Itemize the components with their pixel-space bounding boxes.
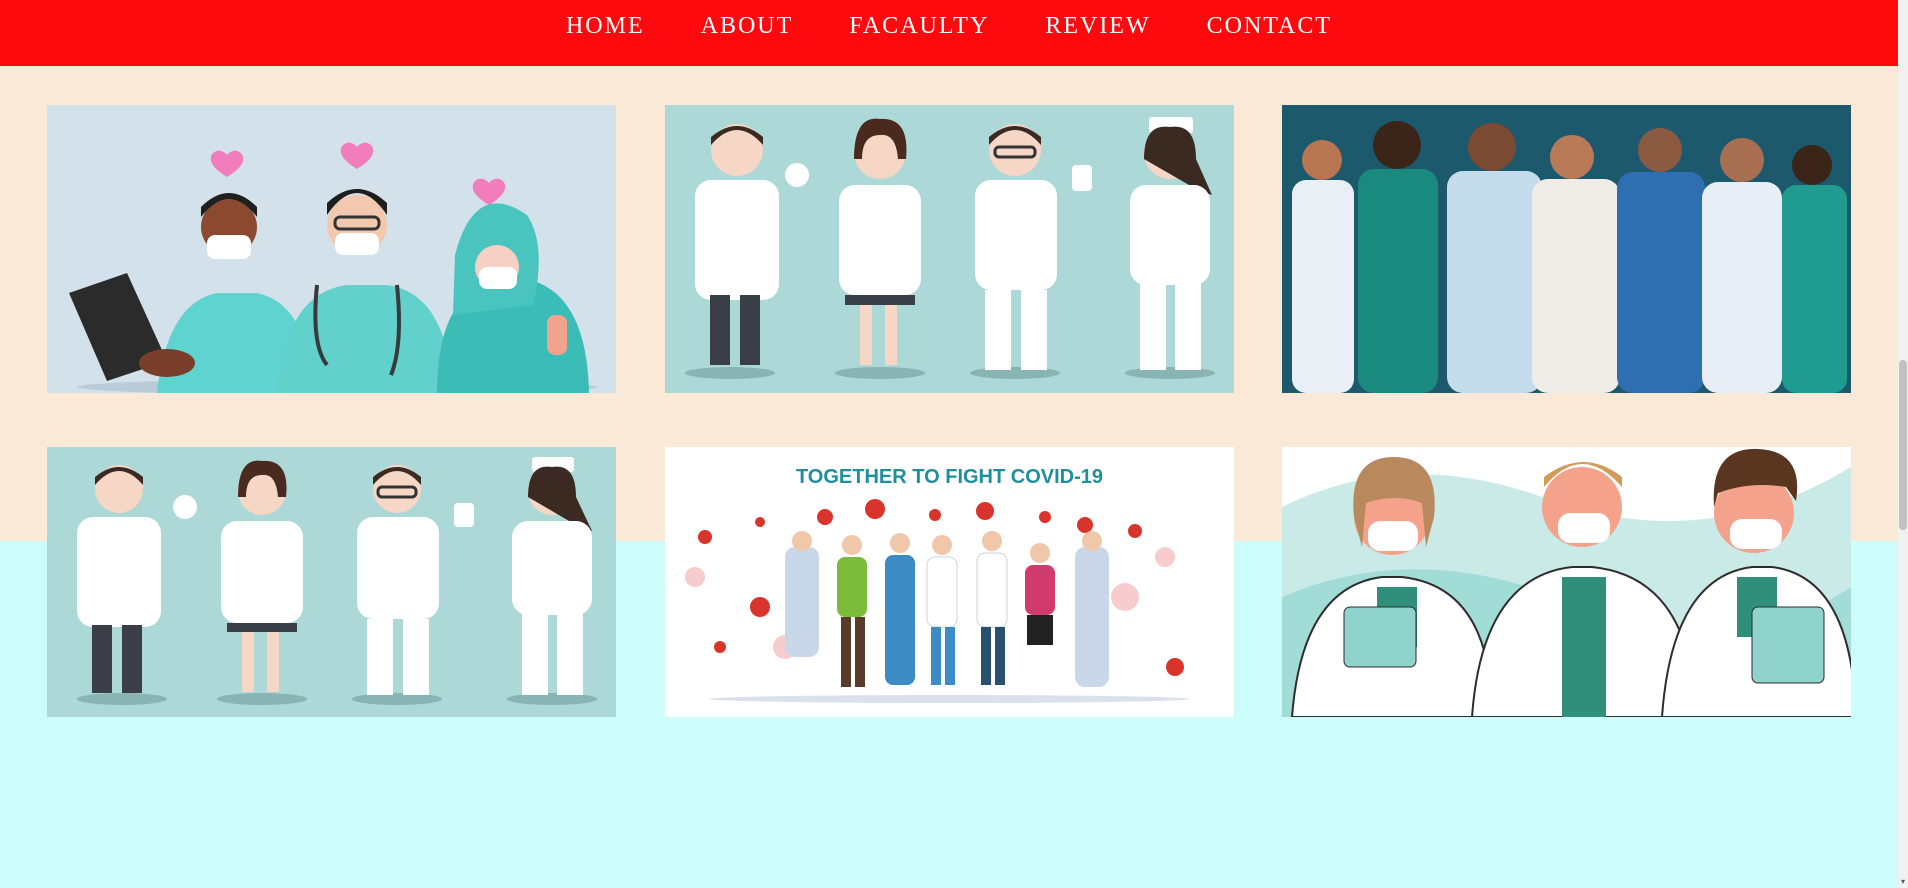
three-masked-doctors-illustration (1282, 447, 1851, 717)
gallery-image-medical-staff-2 (47, 447, 616, 717)
four-medical-staff-illustration (47, 447, 616, 717)
masked-doctors-hearts-illustration (47, 105, 616, 393)
nav-link-home[interactable]: HOME (538, 13, 673, 40)
nav-link-contact[interactable]: CONTACT (1179, 13, 1360, 40)
four-medical-staff-illustration (665, 105, 1234, 393)
page-scrollbar[interactable]: ▾ (1898, 0, 1908, 888)
gallery-image-medical-staff (665, 105, 1234, 393)
nav-link-faculty[interactable]: FACAULTY (821, 13, 1017, 40)
navbar: HOME ABOUT FACAULTY REVIEW CONTACT (0, 0, 1898, 66)
covid-frontline-workers-illustration: TOGETHER TO FIGHT COVID-19 (665, 447, 1234, 717)
nav-link-review[interactable]: REVIEW (1017, 13, 1178, 40)
nav-links: HOME ABOUT FACAULTY REVIEW CONTACT (0, 0, 1898, 52)
gallery-image-masked-doctors (1282, 447, 1851, 717)
gallery-image-diverse-team (1282, 105, 1851, 393)
gallery-image-covid-fighters: TOGETHER TO FIGHT COVID-19 (665, 447, 1234, 717)
scroll-down-arrow-icon[interactable]: ▾ (1899, 878, 1907, 886)
scrollbar-thumb[interactable] (1899, 360, 1907, 530)
nav-link-about[interactable]: ABOUT (673, 13, 822, 40)
diverse-healthcare-team-illustration (1282, 105, 1851, 393)
covid-banner-title: TOGETHER TO FIGHT COVID-19 (796, 466, 1103, 488)
gallery-image-doctors-hearts (47, 105, 616, 393)
